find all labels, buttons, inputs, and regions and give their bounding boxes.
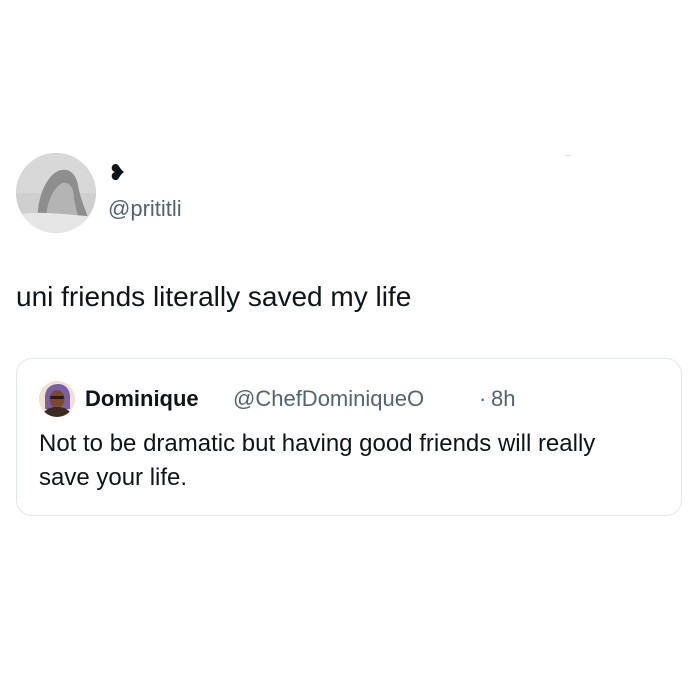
profile-photo-avatar-icon — [16, 153, 96, 233]
quoted-tweet-card[interactable]: Dominique @ChefDominiqueO · 8h Not to be… — [16, 358, 682, 516]
quoted-tweet-text: Not to be dramatic but having good frien… — [39, 430, 596, 491]
quoted-timestamp[interactable]: 8h — [491, 385, 515, 413]
divider — [565, 155, 571, 156]
profile-photo-avatar-icon — [39, 381, 75, 417]
author-handle[interactable]: @prititli — [108, 196, 182, 222]
quoted-author-handle[interactable]: @ChefDominiqueO — [233, 385, 424, 413]
quoted-author-display-name[interactable]: Dominique — [85, 385, 199, 413]
quoted-author-avatar[interactable] — [39, 381, 75, 417]
author-avatar[interactable] — [16, 153, 96, 233]
separator-dot: · — [479, 386, 487, 411]
tweet-text: uni friends literally saved my life — [16, 281, 412, 312]
author-display-name[interactable]: ❥ — [108, 160, 126, 186]
